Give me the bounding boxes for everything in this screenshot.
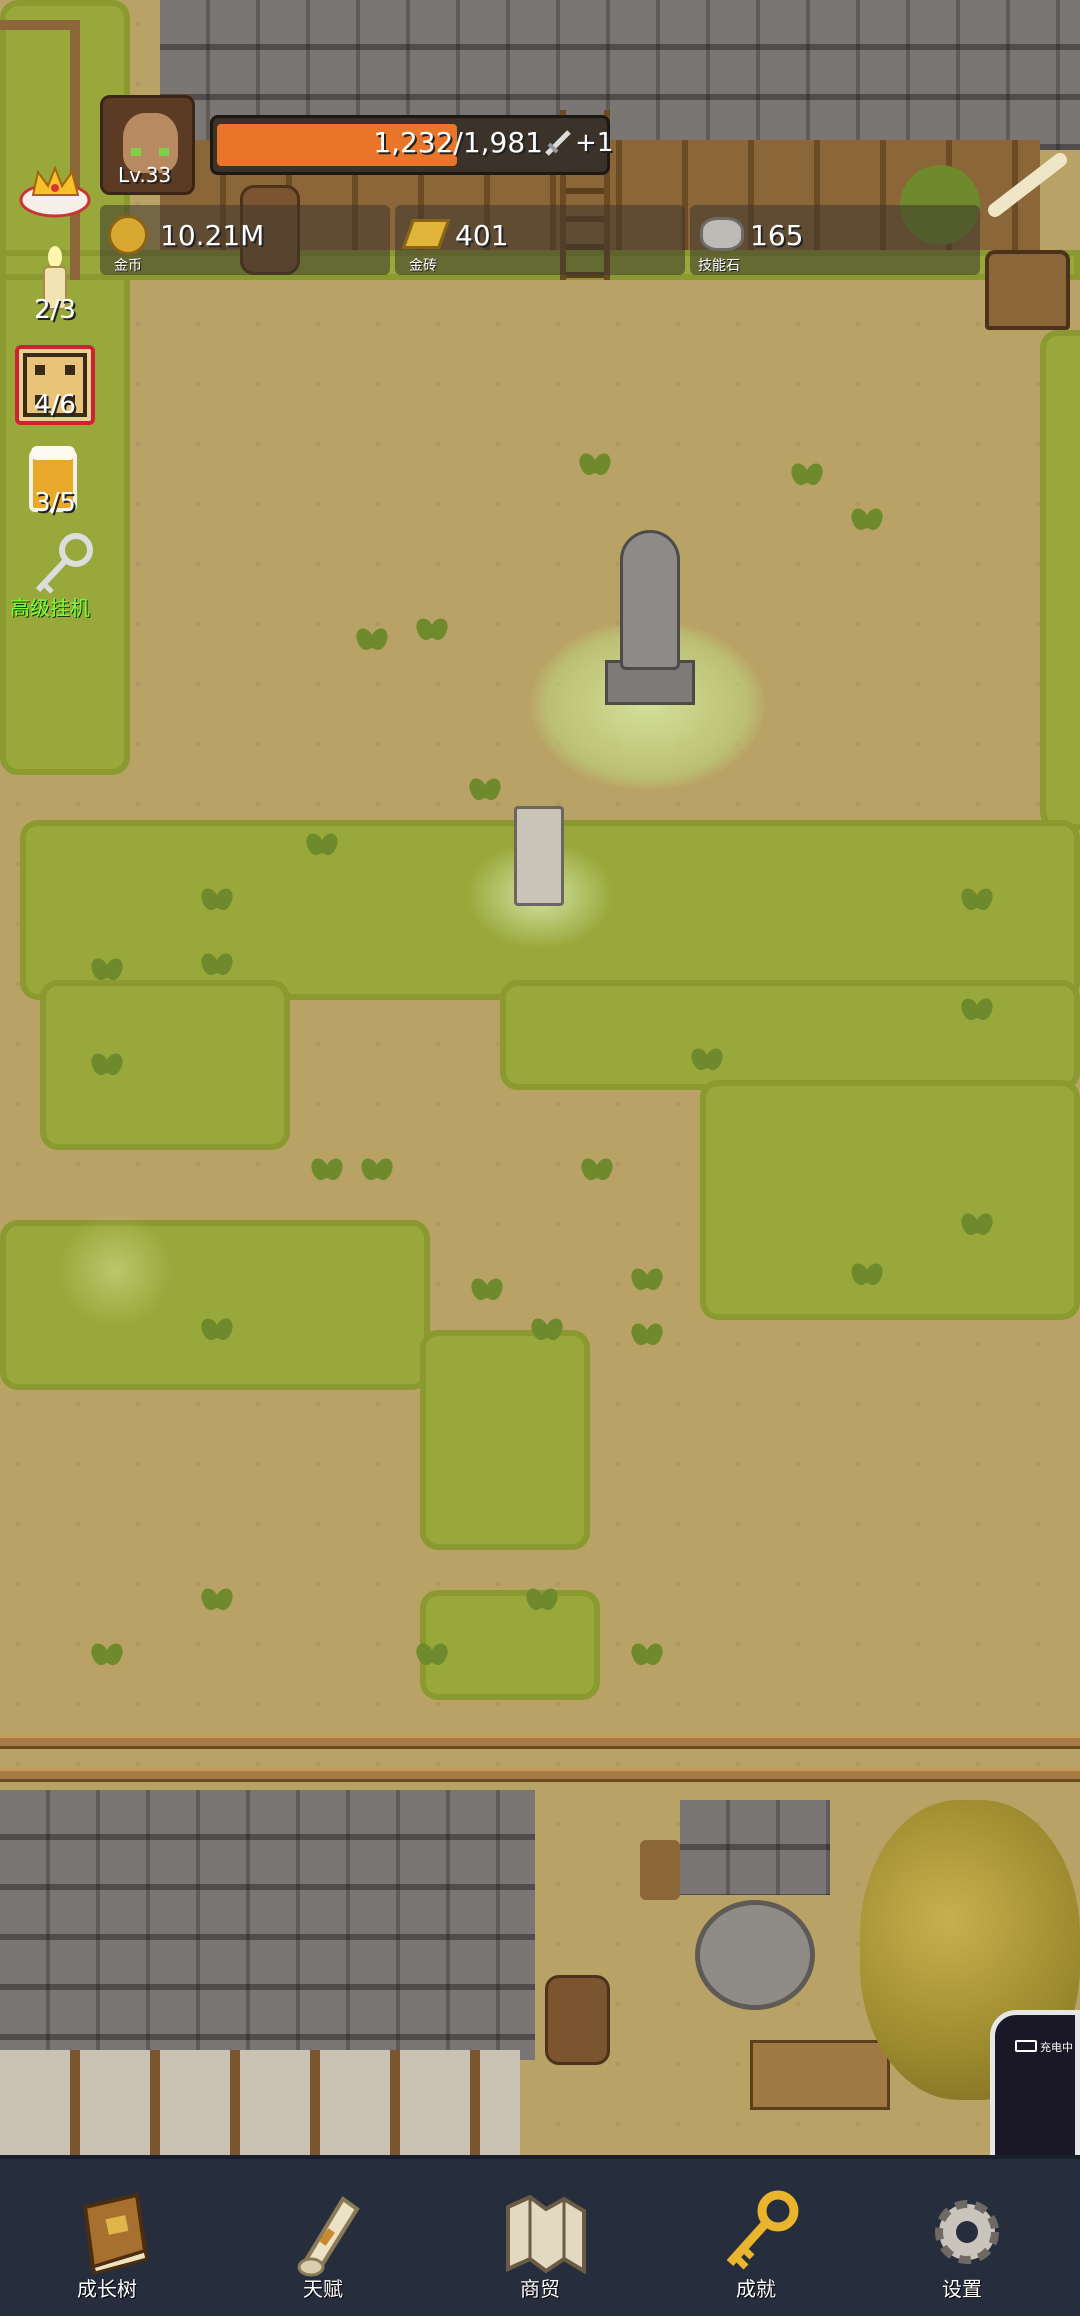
grass-tuft [468,770,502,800]
book-icon [67,2187,157,2277]
barrel [545,1975,610,2065]
beer-count: 3/5 [34,488,76,518]
gold-box[interactable]: 10.21M 金币 [100,205,390,275]
nav-achievement[interactable]: 成就 [676,2159,836,2316]
player-level: Lv.33 [118,163,172,187]
bone-icon[interactable] [985,150,1070,220]
well-roof [680,1800,830,1895]
grass-tuft [470,1270,504,1300]
nav-label: 成长树 [77,2277,137,2301]
water-well[interactable] [695,1900,815,2010]
gear-icon [922,2187,1012,2277]
gold-brick-value: 401 [455,219,509,252]
grass-tuft [790,455,824,485]
gold-coin-icon [108,215,148,255]
grass-tuft [90,950,124,980]
skill-stone-label: 技能石 [698,258,740,274]
gold-value: 10.21M [160,219,265,252]
tombstone[interactable] [514,806,564,906]
skill-stone-value: 165 [750,219,804,252]
grass-tuft [630,1635,664,1665]
gold-brick-box[interactable]: 401 金砖 [395,205,685,275]
grass-tuft [630,1260,664,1290]
grass-tuft [90,1045,124,1075]
gold-brick-label: 金砖 [409,258,437,274]
map-icon [500,2187,590,2277]
exp-bonus: +1 [575,128,614,158]
wooden-cart [750,2040,890,2110]
grass-tuft [630,1315,664,1345]
gold-label: 金币 [114,258,142,274]
crown-icon[interactable] [18,160,93,220]
grass-tuft [690,1040,724,1070]
exp-text: 1,232/1,981 [373,126,543,159]
grass-tuft [200,1580,234,1610]
gold-brick-icon [401,219,451,249]
candle-count: 2/3 [34,295,76,325]
grass-tuft [580,1150,614,1180]
skill-stone-box[interactable]: 165 技能石 [690,205,980,275]
nav-label: 成就 [736,2277,776,2301]
grass-tuft [90,1635,124,1665]
grass-tuft [850,500,884,530]
grass-tuft [200,945,234,975]
nav-label: 天赋 [303,2277,343,2301]
idle-key-icon[interactable] [28,530,98,600]
grass-tuft [578,445,612,475]
idle-label[interactable]: 高级挂机 [10,592,90,621]
grass-tuft [355,620,389,650]
grass-tuft [200,1310,234,1340]
grass-patch [1040,330,1080,830]
goddess-statue[interactable] [620,530,680,670]
nav-settings[interactable]: 设置 [892,2159,1052,2316]
grass-patch [420,1330,590,1550]
fence-rail [0,1735,1080,1749]
grass-tuft [525,1580,559,1610]
grass-tuft [305,825,339,855]
bucket [640,1840,680,1900]
nav-label: 商贸 [520,2277,560,2301]
bottom-nav: 成长树 天赋 商贸 成就 设置 [0,2155,1080,2316]
nav-trade[interactable]: 商贸 [460,2159,620,2316]
grass-tuft [360,1150,394,1180]
bottom-building-wall [0,2050,520,2155]
grass-tuft [415,1635,449,1665]
grass-tuft [850,1255,884,1285]
game-scene[interactable] [0,0,1080,2155]
grass-tuft [960,1205,994,1235]
nav-talent[interactable]: 天赋 [243,2159,403,2316]
wood-frame [70,20,80,280]
battery-icon [1015,2040,1037,2052]
scroll-icon [283,2187,373,2277]
nav-label: 设置 [942,2277,982,2301]
grass-tuft [530,1310,564,1340]
grass-patch [40,980,290,1150]
wood-frame [0,20,80,30]
treasure-chest-icon[interactable] [985,250,1070,330]
grass-patch [700,1080,1080,1320]
exp-bar: 1,232/1,981 +1 [210,115,614,175]
grass-tuft [960,990,994,1020]
sword-icon [543,128,573,158]
charging-status: 充电中 [1040,2041,1073,2054]
sparkle-effect [45,1215,185,1325]
key-icon [716,2187,806,2277]
grass-tuft [960,880,994,910]
grass-tuft [415,610,449,640]
nav-growth-tree[interactable]: 成长树 [27,2159,187,2316]
grass-tuft [200,880,234,910]
grass-tuft [310,1150,344,1180]
skill-stone-icon [700,217,744,251]
dice-count: 4/6 [34,390,76,420]
bottom-building-roof [0,1790,535,2060]
fence-rail [0,1768,1080,1782]
